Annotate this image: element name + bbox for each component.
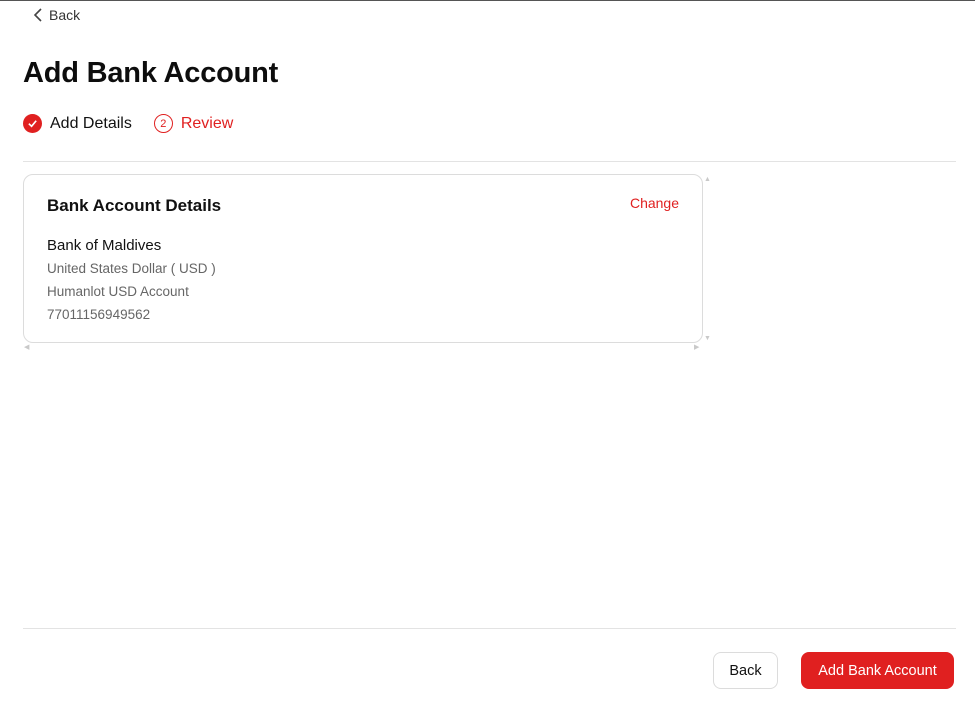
step-add-details[interactable]: Add Details [23, 114, 132, 133]
check-circle-icon [23, 114, 42, 133]
scroll-down-arrow-icon[interactable]: ▼ [704, 335, 711, 342]
bank-name: Bank of Maldives [47, 237, 162, 254]
scroll-up-arrow-icon[interactable]: ▲ [704, 176, 711, 183]
account-name-text: Humanlot USD Account [47, 284, 189, 299]
stepper: Add Details 2 Review [23, 114, 233, 133]
page-title: Add Bank Account [23, 57, 279, 89]
step-label: Add Details [50, 114, 132, 132]
change-link[interactable]: Change [630, 195, 679, 211]
bank-account-details-card: Bank Account Details Change Bank of Mald… [23, 174, 703, 343]
card-title: Bank Account Details [47, 196, 222, 215]
step-label: Review [180, 114, 234, 132]
back-button[interactable]: Back [713, 652, 778, 689]
back-link-label: Back [49, 7, 81, 23]
divider [23, 628, 956, 629]
currency-text: United States Dollar ( USD ) [47, 261, 216, 276]
back-link[interactable]: Back [33, 7, 80, 23]
add-bank-account-button[interactable]: Add Bank Account [801, 652, 954, 689]
chevron-left-icon [33, 8, 42, 22]
account-number-text: 77011156949562 [47, 307, 151, 322]
scroll-right-arrow-icon[interactable]: ▶ [694, 344, 699, 351]
scroll-left-arrow-icon[interactable]: ◀ [24, 344, 29, 351]
step-number: 2 [153, 114, 173, 133]
step-review[interactable]: 2 Review [153, 114, 234, 133]
divider [23, 161, 956, 162]
